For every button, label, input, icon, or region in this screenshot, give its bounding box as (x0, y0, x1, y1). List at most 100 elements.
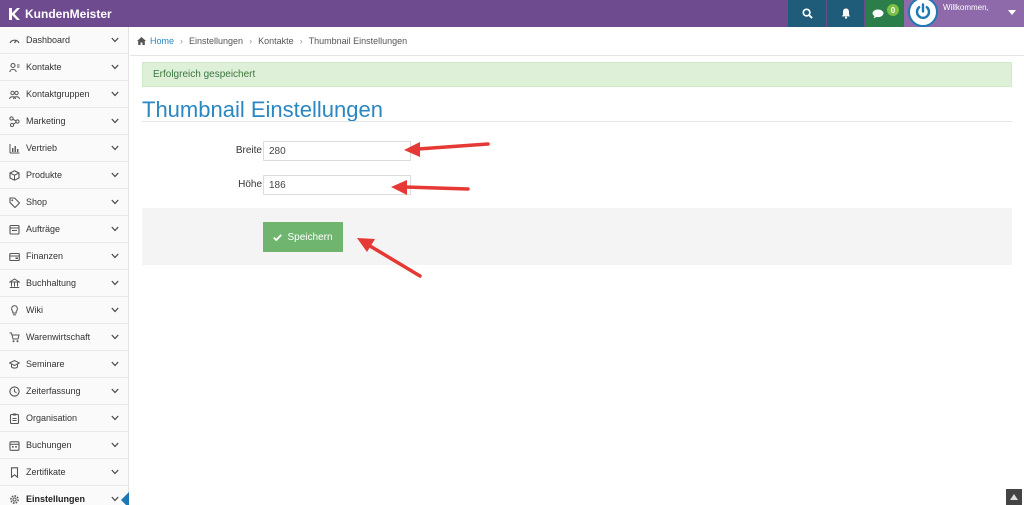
chevron-down-icon (111, 496, 119, 502)
home-icon (137, 37, 146, 45)
chevron-down-icon (111, 334, 119, 340)
chevron-down-icon (111, 37, 119, 43)
orders-icon (9, 224, 20, 235)
chevron-down-icon (111, 145, 119, 151)
breadcrumb-item[interactable]: Kontakte (258, 36, 294, 46)
chart-icon (9, 143, 20, 153)
calendar-icon (9, 440, 20, 451)
breadcrumb-separator: › (299, 36, 303, 46)
sidebar-item-produkte[interactable]: Produkte (0, 162, 128, 189)
sidebar-item-label: Buchhaltung (26, 278, 77, 288)
brand[interactable]: KundenMeister (8, 0, 112, 27)
sidebar-item-vertrieb[interactable]: Vertrieb (0, 135, 128, 162)
clipboard-icon (9, 413, 20, 424)
finance-icon (9, 252, 20, 261)
search-button[interactable] (788, 0, 826, 27)
save-button[interactable]: Speichern (263, 222, 343, 252)
chevron-up-icon (1010, 494, 1018, 500)
bulb-icon (11, 304, 18, 315)
graduation-icon (9, 359, 20, 369)
breadcrumb-separator: › (180, 36, 184, 46)
chevron-down-icon (111, 415, 119, 421)
avatar (908, 0, 938, 27)
sidebar-item-label: Warenwirtschaft (26, 332, 91, 342)
messages-button[interactable]: 0 (865, 0, 903, 27)
notifications-button[interactable] (827, 0, 864, 27)
chevron-down-icon (111, 64, 119, 70)
width-row: Breite (142, 141, 742, 163)
box-icon (9, 169, 20, 181)
sidebar-item-organisation[interactable]: Organisation (0, 405, 128, 432)
save-button-label: Speichern (287, 231, 333, 243)
sidebar-item-buchhaltung[interactable]: Buchhaltung (0, 270, 128, 297)
chevron-down-icon (111, 307, 119, 313)
chevron-down-icon (111, 199, 119, 205)
sidebar-item-warenwirtschaft[interactable]: Warenwirtschaft (0, 324, 128, 351)
page-title: Thumbnail Einstellungen (142, 97, 383, 122)
sidebar-item-label: Marketing (26, 116, 66, 126)
chevron-down-icon (111, 253, 119, 259)
sidebar-item-label: Organisation (26, 413, 78, 423)
sidebar-item-kontaktgruppen[interactable]: Kontaktgruppen (0, 81, 128, 108)
title-divider (142, 121, 1012, 122)
sidebar-item-einstellungen[interactable]: Einstellungen (0, 486, 129, 505)
form-actions: Speichern (142, 208, 1012, 265)
sidebar-item-marketing[interactable]: Marketing (0, 108, 128, 135)
breadcrumb-home-link[interactable]: Home (150, 36, 174, 46)
sidebar-item-label: Kontaktgruppen (26, 89, 90, 99)
sidebar-item-label: Produkte (26, 170, 63, 180)
sidebar-item-kontakte[interactable]: Kontakte (0, 54, 128, 81)
sidebar-item-label: Finanzen (26, 251, 64, 261)
sidebar-item-wiki[interactable]: Wiki (0, 297, 128, 324)
chevron-down-icon (111, 118, 119, 124)
sidebar-item-label: Wiki (26, 305, 43, 315)
bell-icon (841, 8, 850, 19)
scroll-to-top-button[interactable] (1006, 489, 1022, 505)
sidebar-item-label: Aufträge (26, 224, 61, 234)
chevron-down-icon (111, 361, 119, 367)
top-bar: KundenMeister 0 Willkommen, (0, 0, 1024, 27)
breadcrumb-item[interactable]: Einstellungen (189, 36, 243, 46)
power-icon (915, 3, 931, 19)
clock-icon (9, 385, 20, 397)
search-icon (801, 8, 813, 19)
kundenmeister-logo-icon (9, 7, 20, 20)
chevron-down-icon (111, 172, 119, 178)
user-menu[interactable]: Willkommen, (904, 0, 1024, 27)
sidebar-item-seminare[interactable]: Seminare (0, 351, 128, 378)
height-input[interactable] (263, 175, 411, 195)
sidebar-item-zeiterfassung[interactable]: Zeiterfassung (0, 378, 128, 405)
bank-icon (9, 277, 20, 288)
sidebar-item-label: Vertrieb (26, 143, 58, 153)
check-icon (273, 233, 283, 241)
group-icon (9, 90, 20, 99)
breadcrumb-separator: › (249, 36, 253, 46)
chevron-down-icon (111, 91, 119, 97)
sidebar-item-shop[interactable]: Shop (0, 189, 128, 216)
width-label: Breite (235, 145, 262, 156)
user-welcome-text: Willkommen, (943, 3, 989, 12)
chevron-down-icon (111, 388, 119, 394)
caret-down-icon (1008, 10, 1016, 15)
sidebar: Dashboard Kontakte Kontaktgruppen Marketing… (0, 27, 129, 505)
sidebar-item-zertifikate[interactable]: Zertifikate (0, 459, 128, 486)
cart-icon (9, 332, 20, 342)
height-label: Höhe (238, 179, 262, 190)
sidebar-item-dashboard[interactable]: Dashboard (0, 27, 128, 54)
height-row: Höhe (142, 175, 742, 197)
chevron-down-icon (111, 226, 119, 232)
tag-icon (9, 196, 20, 208)
contacts-icon (9, 62, 20, 72)
width-input[interactable] (263, 141, 411, 161)
breadcrumb: Home › Einstellungen › Kontakte › Thumbn… (130, 27, 1024, 56)
messages-count-badge: 0 (887, 4, 899, 16)
chevron-down-icon (111, 280, 119, 286)
sidebar-item-label: Buchungen (26, 440, 72, 450)
sidebar-item-finanzen[interactable]: Finanzen (0, 243, 128, 270)
brand-name: KundenMeister (25, 6, 112, 21)
chevron-down-icon (111, 469, 119, 475)
sidebar-item-auftraege[interactable]: Aufträge (0, 216, 128, 243)
sidebar-item-buchungen[interactable]: Buchungen (0, 432, 128, 459)
sidebar-item-label: Seminare (26, 359, 65, 369)
sidebar-item-label: Kontakte (26, 62, 62, 72)
